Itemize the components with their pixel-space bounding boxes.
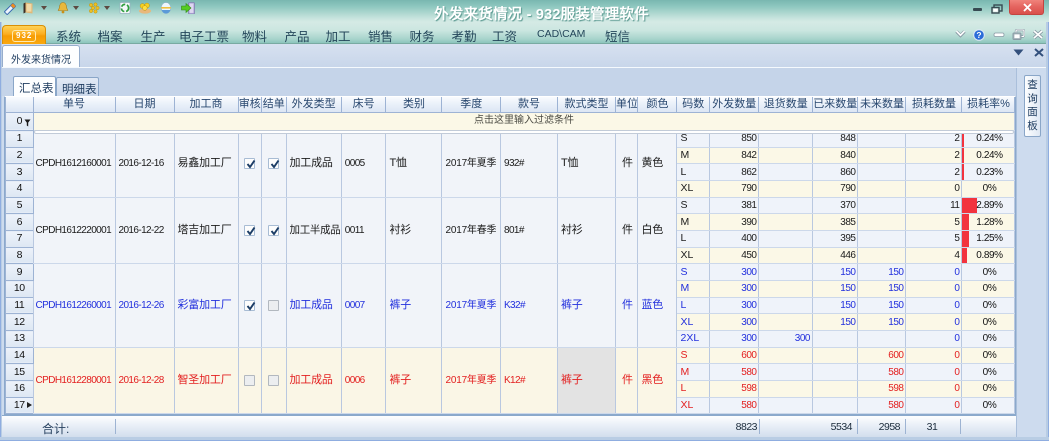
svg-text:?: ? [976, 30, 981, 40]
